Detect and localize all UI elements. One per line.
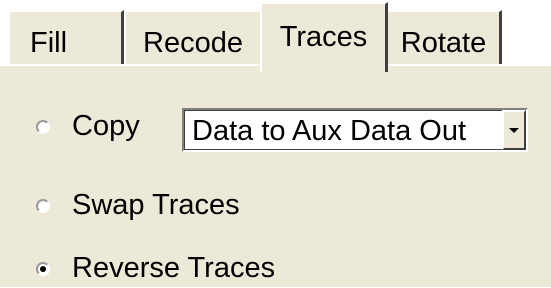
tab-traces-label: Traces [279, 21, 368, 53]
copy-radio[interactable] [36, 120, 50, 134]
tab-fill-label: Fill [30, 27, 68, 59]
tab-recode[interactable]: Recode [124, 10, 260, 72]
copy-target-dropdown-button[interactable] [502, 110, 526, 150]
copy-target-value: Data to Aux Data Out [192, 115, 467, 147]
tab-traces[interactable]: Traces [260, 2, 388, 72]
reverse-traces-radio[interactable] [36, 262, 50, 276]
tab-rotate-label: Rotate [400, 27, 487, 59]
tab-fill[interactable]: Fill [8, 10, 124, 72]
reverse-traces-label: Reverse Traces [72, 251, 276, 284]
swap-traces-label: Swap Traces [72, 188, 240, 221]
chevron-down-icon [509, 128, 519, 133]
tab-rotate[interactable]: Rotate [388, 10, 502, 72]
tab-strip: Fill Recode Traces Rotate [0, 0, 551, 72]
copy-target-select[interactable]: Data to Aux Data Out [182, 108, 528, 152]
copy-label: Copy [72, 109, 140, 142]
swap-traces-radio[interactable] [36, 199, 50, 213]
tab-recode-label: Recode [143, 27, 243, 59]
swap-traces-option[interactable]: Swap Traces [36, 185, 240, 225]
copy-option[interactable]: Copy [36, 106, 140, 146]
reverse-traces-option[interactable]: Reverse Traces [36, 248, 275, 288]
